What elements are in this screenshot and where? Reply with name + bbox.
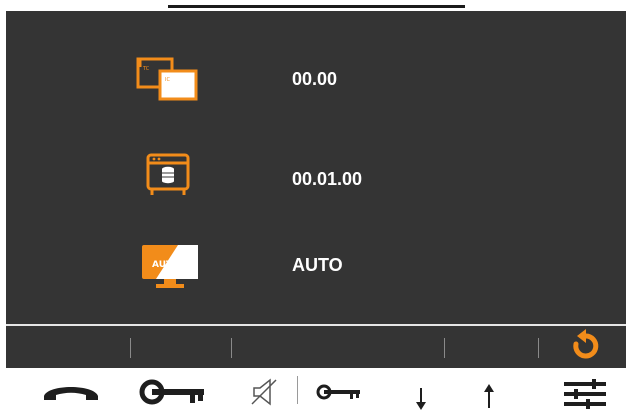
soft-key-divider <box>444 338 445 358</box>
arrow-up-icon <box>484 384 494 408</box>
arrow-up-button[interactable] <box>474 368 504 412</box>
refresh-icon <box>573 329 599 359</box>
speaker-muted-icon <box>251 378 277 406</box>
key-small-icon <box>316 384 360 400</box>
soft-key-divider <box>130 338 131 358</box>
time-value: 00.00 <box>292 69 338 89</box>
display-mode-value: AUTO <box>292 255 343 275</box>
arrow-down-button[interactable] <box>406 368 436 412</box>
top-bar <box>168 0 465 8</box>
arrow-down-icon <box>416 388 426 410</box>
button-separator <box>297 376 298 404</box>
refresh-button[interactable] <box>562 328 606 366</box>
info-row-display-mode: AUTO AUTO <box>6 237 626 293</box>
hardware-button-bar <box>0 368 633 412</box>
settings-button[interactable] <box>560 368 610 412</box>
monitor-badge-label: AUTO <box>152 260 180 270</box>
display-screen: TC IC 00.00 00.01.00 AUTO AUTO <box>6 11 626 324</box>
picture-in-picture-icon: TC IC <box>134 51 206 107</box>
monitor-auto-icon: AUTO <box>134 237 206 293</box>
soft-key-bar <box>6 326 626 368</box>
info-row-version: 00.01.00 <box>6 151 626 207</box>
browser-database-icon <box>134 151 206 207</box>
mute-button[interactable] <box>248 368 284 412</box>
soft-key-divider <box>538 338 539 358</box>
svg-text:TC: TC <box>142 66 150 72</box>
secondary-key-button[interactable] <box>314 368 368 412</box>
soft-key-divider <box>231 338 232 358</box>
key-icon <box>139 379 204 405</box>
info-row-time: TC IC 00.00 <box>6 51 626 107</box>
handset-icon <box>44 387 98 400</box>
handset-button[interactable] <box>40 368 102 412</box>
door-key-button[interactable] <box>134 368 214 412</box>
svg-text:IC: IC <box>165 77 170 83</box>
version-value: 00.01.00 <box>292 169 363 189</box>
settings-sliders-icon <box>564 379 606 409</box>
